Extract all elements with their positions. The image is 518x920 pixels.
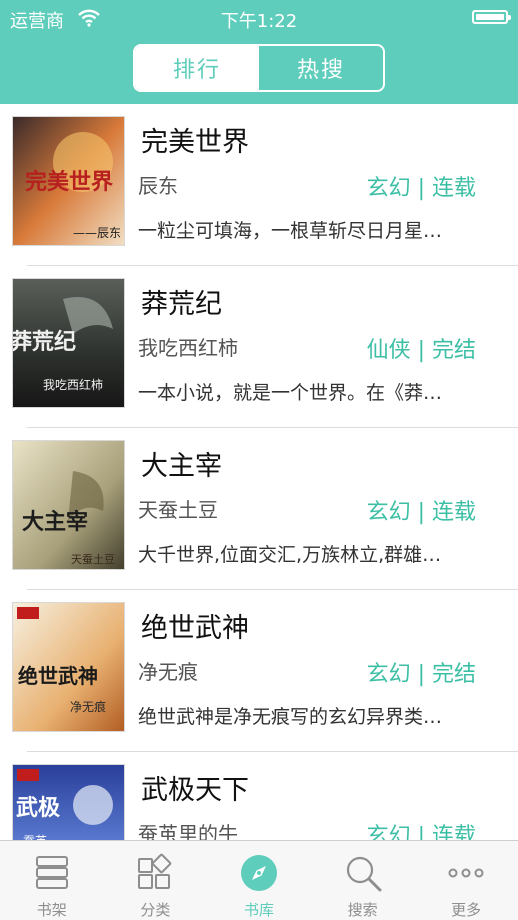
book-cover: 莽荒纪 我吃西红柿 — [12, 278, 125, 408]
tab-bar: 书架 分类 书库 搜索 更多 — [0, 840, 518, 920]
tab-ranking[interactable]: 排行 — [135, 46, 259, 90]
book-title: 莽荒纪 — [141, 289, 222, 320]
more-icon — [446, 853, 486, 893]
tab-hot-search[interactable]: 热搜 — [259, 46, 383, 90]
book-description: 一粒尘可填海，一根草斩尽日月星… — [138, 220, 443, 242]
cover-author: 天蚕土豆 — [71, 553, 115, 566]
book-author: 我吃西红柿 — [138, 336, 238, 360]
book-title: 绝世武神 — [141, 613, 249, 644]
cover-author: 我吃西红柿 — [43, 377, 103, 392]
book-title: 大主宰 — [141, 451, 222, 482]
book-row[interactable]: 绝世武神 净无痕 绝世武神 净无痕 玄幻 | 完结 绝世武神是净无痕写的玄幻异界… — [0, 590, 518, 752]
status-bar: 运营商 下午1:22 — [0, 0, 518, 34]
clock-label: 下午1:22 — [220, 11, 298, 32]
compass-icon — [239, 853, 279, 893]
cover-author: ——辰东 — [73, 226, 121, 240]
book-row[interactable]: 大主宰 天蚕土豆 大主宰 天蚕土豆 玄幻 | 连载 大千世界,位面交汇,万族林立… — [0, 428, 518, 590]
book-title: 完美世界 — [141, 127, 249, 158]
book-list[interactable]: 完美世界 ——辰东 完美世界 辰东 玄幻 | 连载 一粒尘可填海，一根草斩尽日月… — [0, 104, 518, 840]
cover-title: 绝世武神 — [18, 664, 98, 688]
tab-more-label: 更多 — [451, 901, 482, 919]
book-cover: 大主宰 天蚕土豆 — [12, 440, 125, 570]
book-genre: 玄幻 | 连载 — [366, 176, 476, 201]
tab-category[interactable]: 分类 — [104, 841, 208, 920]
header-bar: 运营商 下午1:22 排行 热搜 — [0, 0, 518, 104]
book-genre: 玄幻 | 完结 — [366, 662, 476, 687]
book-description: 绝世武神是净无痕写的玄幻异界类… — [138, 706, 443, 728]
book-author: 蚕茧里的牛 — [138, 822, 238, 840]
cover-title: 大主宰 — [22, 509, 88, 535]
tab-library[interactable]: 书库 — [207, 841, 311, 920]
book-cover: 武极 蚕茧 — [12, 764, 125, 840]
tab-library-label: 书库 — [243, 901, 274, 919]
battery-icon — [472, 10, 511, 24]
tab-search-label: 搜索 — [347, 901, 378, 919]
segmented-control: 排行 热搜 — [133, 44, 385, 92]
cover-title: 完美世界 — [25, 169, 113, 195]
tab-category-label: 分类 — [140, 901, 171, 919]
book-description: 一本小说，就是一个世界。在《莽… — [138, 382, 443, 404]
book-cover: 完美世界 ——辰东 — [12, 116, 125, 246]
book-cover: 绝世武神 净无痕 — [12, 602, 125, 732]
book-row[interactable]: 莽荒纪 我吃西红柿 莽荒纪 我吃西红柿 仙侠 | 完结 一本小说，就是一个世界。… — [0, 266, 518, 428]
cover-author: 净无痕 — [70, 699, 106, 714]
cover-title: 武极 — [16, 796, 61, 821]
book-author: 天蚕土豆 — [138, 498, 218, 522]
book-row[interactable]: 完美世界 ——辰东 完美世界 辰东 玄幻 | 连载 一粒尘可填海，一根草斩尽日月… — [0, 104, 518, 266]
book-row[interactable]: 武极 蚕茧 武极天下 蚕茧里的牛 玄幻 | 连载 — [0, 752, 518, 840]
tab-search[interactable]: 搜索 — [311, 841, 415, 920]
bookshelf-icon — [32, 853, 72, 893]
book-title: 武极天下 — [141, 775, 249, 806]
tab-more[interactable]: 更多 — [414, 841, 518, 920]
search-icon — [343, 853, 383, 893]
cover-title: 莽荒纪 — [13, 329, 76, 355]
book-description: 大千世界,位面交汇,万族林立,群雄… — [138, 544, 442, 566]
tab-bookshelf[interactable]: 书架 — [0, 841, 104, 920]
book-genre: 玄幻 | 连载 — [366, 500, 476, 525]
category-icon — [135, 853, 175, 893]
book-author: 净无痕 — [138, 660, 198, 684]
book-author: 辰东 — [138, 174, 178, 198]
tab-bookshelf-label: 书架 — [36, 901, 67, 919]
book-genre: 玄幻 | 连载 — [366, 824, 476, 840]
book-genre: 仙侠 | 完结 — [366, 338, 476, 363]
